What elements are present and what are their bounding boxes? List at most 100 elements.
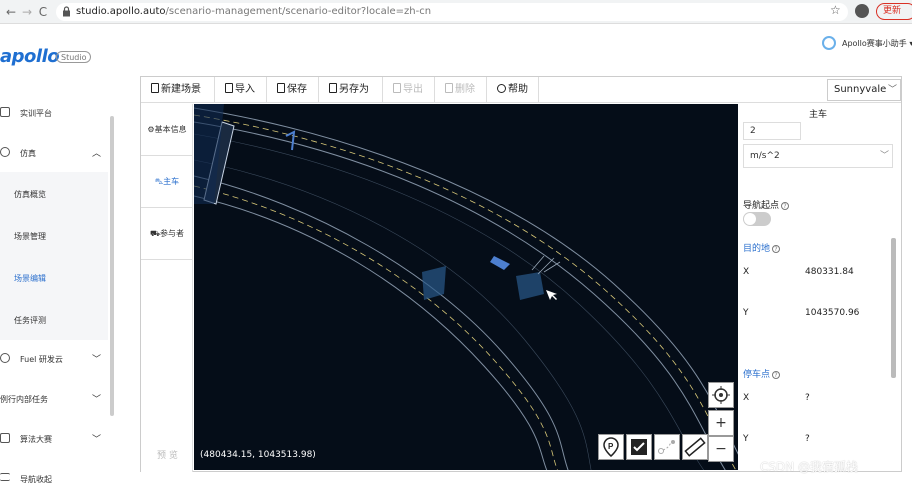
- sidebar-item-scene-management[interactable]: 场景管理: [14, 231, 46, 242]
- sidebar-item-routine[interactable]: 例行内部任务 ﹀: [0, 390, 108, 410]
- url-host: studio.apollo.auto: [76, 6, 166, 17]
- export-button[interactable]: 导出: [383, 77, 435, 102]
- reload-button[interactable]: C: [36, 4, 50, 20]
- sidebar-item-label: 实训平台: [20, 109, 52, 118]
- parking-label: 停车点?: [743, 367, 781, 380]
- junction-box-a: [422, 266, 446, 300]
- sidebar-item-fuel[interactable]: Fuel 研发云 ﹀: [0, 350, 108, 370]
- forward-button[interactable]: →: [20, 4, 34, 20]
- ruler-icon: [684, 437, 706, 457]
- new-scene-button[interactable]: 新建场景: [141, 77, 215, 102]
- save-button[interactable]: 保存: [267, 77, 319, 102]
- gear-icon: ⚙: [147, 125, 155, 134]
- lock-icon: [63, 6, 70, 17]
- sidebar-item-label: Fuel 研发云: [20, 355, 63, 364]
- sidebar-item-contest[interactable]: 算法大赛 ﹀: [0, 430, 108, 450]
- help-label: 帮助: [508, 84, 528, 95]
- sidebar-scrollbar[interactable]: [110, 116, 114, 416]
- help-icon[interactable]: ?: [781, 202, 790, 210]
- park-y-value: ?: [805, 434, 810, 444]
- watermark: CSDN @我宿孤栈: [760, 460, 859, 474]
- bus-icon: ⛟: [149, 229, 161, 238]
- nav-start-toggle[interactable]: [743, 212, 771, 226]
- menu-icon: [0, 473, 10, 481]
- tab-label: 参与者: [160, 229, 185, 238]
- back-button[interactable]: ←: [4, 4, 18, 20]
- park-y-key: Y: [743, 434, 749, 444]
- help-icon[interactable]: ?: [772, 245, 781, 253]
- bookmark-star-icon[interactable]: ☆: [830, 3, 841, 17]
- parking-pin-icon: P: [603, 437, 619, 457]
- car-icon: ⛍: [154, 177, 164, 186]
- tab-label: 主车: [163, 177, 180, 186]
- vehicle-marker-b: [490, 256, 510, 270]
- parking-tool-button[interactable]: P: [598, 434, 624, 460]
- zoom-in-button[interactable]: +: [708, 410, 734, 436]
- tab-participants[interactable]: ⛟参与者: [141, 208, 193, 260]
- grid-icon: [0, 107, 10, 117]
- acceleration-input[interactable]: 2: [743, 122, 801, 140]
- simulation-icon: [0, 147, 10, 157]
- chevron-down-icon: ﹀: [92, 355, 102, 365]
- map-canvas[interactable]: (480434.15, 1043513.98) + − P: [194, 104, 738, 470]
- plus-icon: +: [715, 415, 727, 431]
- copy-icon: [329, 83, 337, 93]
- main-car-panel: 主车 2 m/s^2 ﹀ 导航起点? 目的地? X 480331.84 Y 104…: [739, 104, 899, 470]
- export-icon: [393, 83, 401, 93]
- dest-y-key: Y: [743, 308, 749, 318]
- cursor-coordinates: (480434.15, 1043513.98): [200, 450, 316, 460]
- sidebar-item-training[interactable]: 实训平台: [0, 104, 108, 124]
- save-as-button[interactable]: 另存为: [319, 77, 383, 102]
- chevron-down-icon: ﹀: [880, 151, 890, 161]
- chevron-down-icon: ﹀: [92, 435, 102, 445]
- trash-icon: [445, 83, 453, 93]
- delete-button[interactable]: 删除: [435, 77, 487, 102]
- acceleration-unit-select[interactable]: m/s^2 ﹀: [743, 144, 893, 168]
- import-icon: [225, 83, 233, 93]
- svg-text:P: P: [608, 442, 614, 451]
- cloud-icon: [0, 353, 10, 363]
- sidebar-item-simulation[interactable]: 仿真 ︿: [0, 144, 108, 164]
- help-circle-icon: [497, 84, 506, 93]
- ruler-tool-button[interactable]: [682, 434, 708, 460]
- nav-start-label: 导航起点?: [743, 198, 790, 211]
- sidebar-item-sim-overview[interactable]: 仿真概览: [14, 189, 46, 200]
- unit-value: m/s^2: [750, 151, 780, 161]
- locate-button[interactable]: [708, 382, 734, 408]
- update-button[interactable]: 更新: [876, 3, 912, 20]
- zoom-out-button[interactable]: −: [708, 436, 734, 462]
- dest-x-value: 480331.84: [805, 267, 854, 277]
- preview-button[interactable]: 预 览: [157, 448, 178, 461]
- browser-toolbar: ← → C studio.apollo.auto/scenario-manage…: [0, 0, 912, 24]
- import-button[interactable]: 导入: [215, 77, 267, 102]
- checkbox-icon: [631, 439, 647, 455]
- sidebar-item-label: 例行内部任务: [0, 395, 48, 404]
- chevron-down-icon: ﹀: [92, 395, 102, 405]
- studio-badge: Studio: [56, 51, 92, 63]
- panel-title: 主车: [809, 110, 828, 120]
- sidebar-item-task-evaluation[interactable]: 任务评测: [14, 315, 46, 326]
- region-select[interactable]: Sunnyvale ﹀: [827, 79, 901, 101]
- user-menu[interactable]: Apollo赛事小助手 ▾: [842, 38, 912, 49]
- minus-icon: −: [715, 441, 727, 457]
- confirm-tool-button[interactable]: [626, 434, 652, 460]
- tab-main-car[interactable]: ⛍主车: [141, 156, 193, 208]
- apollo-logo[interactable]: apollo: [0, 46, 60, 67]
- sidebar-collapse[interactable]: 导航收起: [0, 470, 108, 486]
- help-icon[interactable]: ?: [772, 371, 781, 379]
- panel-scrollbar[interactable]: [891, 238, 896, 378]
- toggle-knob: [744, 213, 756, 225]
- cursor-arrow: [546, 290, 557, 300]
- import-label: 导入: [235, 84, 255, 95]
- sidebar-item-scene-editor[interactable]: 场景编辑: [14, 273, 46, 284]
- route-tool-button[interactable]: [654, 434, 680, 460]
- profile-icon[interactable]: [855, 4, 869, 18]
- nav-start-text: 导航起点: [743, 201, 780, 211]
- url-path: /scenario-management/scenario-editor?loc…: [165, 6, 432, 17]
- sidebar: apollo Studio 实训平台 仿真 ︿ 仿真概览 场景管理 场景编辑 任…: [0, 24, 114, 486]
- help-button[interactable]: 帮助: [487, 77, 539, 102]
- tab-basic-info[interactable]: ⚙基本信息: [141, 104, 193, 156]
- dest-y-value: 1043570.96: [805, 308, 860, 318]
- avatar[interactable]: [822, 36, 836, 50]
- address-bar[interactable]: studio.apollo.auto/scenario-management/s…: [56, 3, 848, 21]
